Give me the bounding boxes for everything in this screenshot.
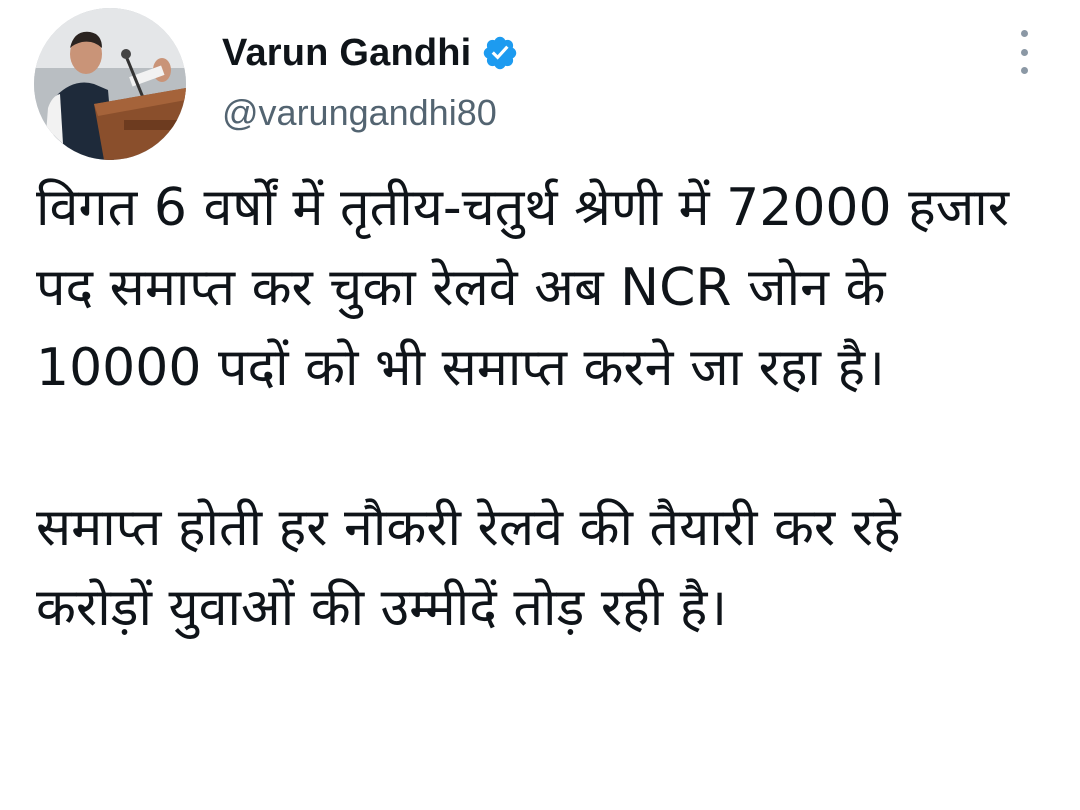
tweet-paragraph: विगत 6 वर्षों में तृतीय-चतुर्थ श्रेणी मे… — [36, 178, 1026, 398]
display-name[interactable]: Varun Gandhi — [222, 32, 471, 75]
tweet-card: Varun Gandhi @varungandhi80 विगत 6 वर्षो… — [0, 0, 1080, 810]
more-vertical-icon — [1020, 30, 1028, 37]
avatar[interactable] — [34, 8, 186, 160]
more-options-button[interactable] — [1004, 30, 1044, 74]
tweet-text: विगत 6 वर्षों में तृतीय-चतुर्थ श्रेणी मे… — [36, 168, 1026, 648]
author-row[interactable]: Varun Gandhi — [222, 28, 519, 78]
user-handle[interactable]: @varungandhi80 — [222, 92, 497, 134]
verified-badge-icon — [481, 34, 519, 72]
avatar-photo-icon — [34, 8, 186, 160]
tweet-paragraph: समाप्त होती हर नौकरी रेलवे की तैयारी कर … — [36, 498, 918, 638]
